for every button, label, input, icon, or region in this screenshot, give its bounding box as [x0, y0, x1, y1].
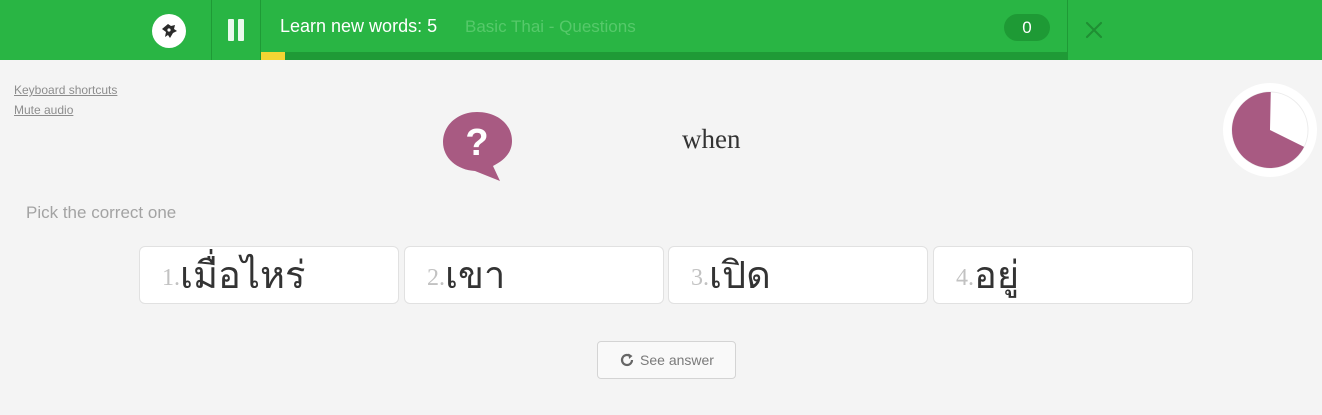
choice-number: 2.	[427, 264, 445, 291]
choice-number: 4.	[956, 264, 974, 291]
choice-text: เขา	[445, 253, 506, 297]
choice-2[interactable]: 2. เขา	[404, 246, 664, 304]
refresh-icon	[620, 353, 634, 367]
see-answer-button[interactable]: See answer	[597, 341, 736, 379]
progress-fill	[261, 52, 286, 60]
see-answer-label: See answer	[640, 352, 714, 368]
mute-audio-link[interactable]: Mute audio	[14, 103, 73, 117]
pause-button[interactable]	[212, 0, 260, 60]
progress-bar	[261, 52, 1067, 60]
choice-text: เมื่อไหร่	[180, 253, 306, 297]
choice-text: อยู่	[974, 253, 1020, 297]
choice-number: 3.	[691, 264, 709, 291]
close-button[interactable]	[1068, 0, 1120, 60]
top-bar: Learn new words: 5 Basic Thai - Question…	[0, 0, 1322, 60]
choice-text: เปิด	[709, 253, 771, 297]
score-badge: 0	[1004, 14, 1050, 41]
pause-icon	[228, 19, 234, 41]
session-title: Learn new words: 5	[280, 16, 438, 36]
choice-number: 1.	[162, 264, 180, 291]
choice-3[interactable]: 3. เปิด	[668, 246, 928, 304]
keyboard-shortcuts-link[interactable]: Keyboard shortcuts	[14, 83, 117, 97]
course-name: Basic Thai - Questions	[465, 17, 636, 36]
question-bubble-icon: ?	[443, 112, 512, 181]
timer-icon	[1223, 83, 1317, 177]
close-icon	[1085, 21, 1103, 39]
instruction-text: Pick the correct one	[26, 203, 177, 222]
divider	[260, 0, 261, 60]
choice-1[interactable]: 1. เมื่อไหร่	[139, 246, 399, 304]
svg-text:?: ?	[465, 122, 488, 164]
choice-4[interactable]: 4. อยู่	[933, 246, 1193, 304]
prompt-word: when	[682, 124, 741, 154]
memrise-logo-icon[interactable]	[152, 14, 186, 48]
